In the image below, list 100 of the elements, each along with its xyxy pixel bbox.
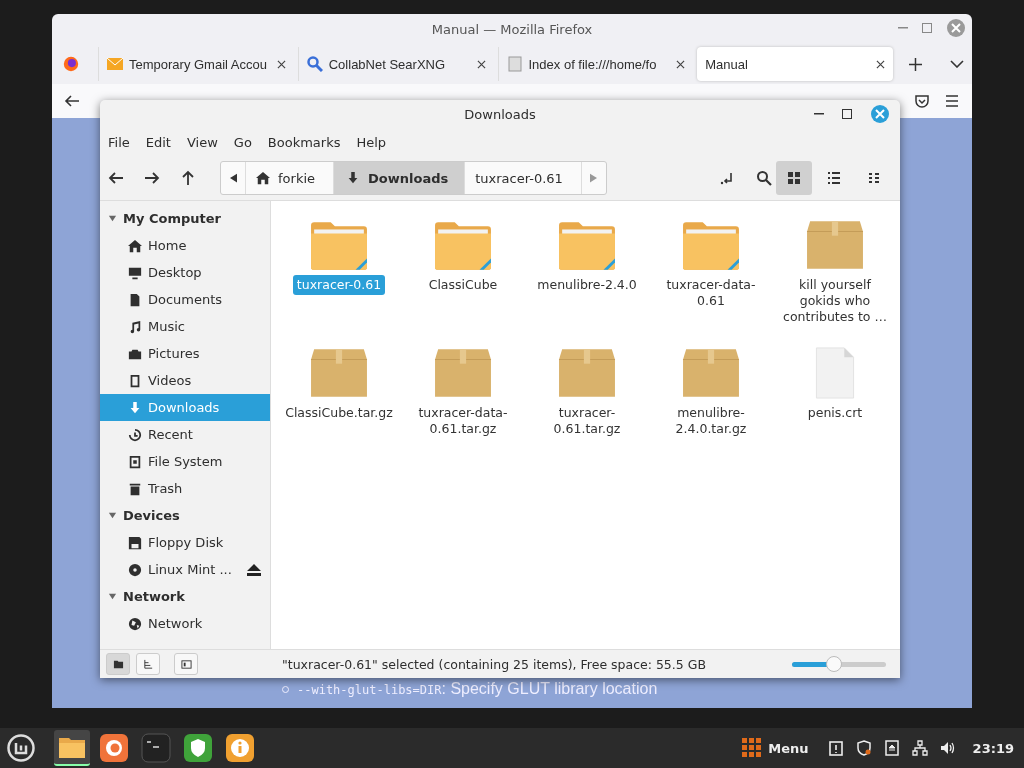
eject-icon[interactable] (245, 562, 262, 577)
breadcrumb[interactable]: Downloads (333, 162, 465, 194)
sidebar-toggle-icon (180, 658, 192, 670)
option-text: --with-glut-libs=DIR: Specify GLUT library location (297, 680, 658, 698)
home-icon (256, 171, 270, 185)
globe-icon (128, 616, 142, 631)
file-name[interactable]: ClassiCube.tar.gz (281, 403, 397, 423)
up-arrow-icon[interactable] (180, 170, 196, 186)
places-button[interactable] (106, 653, 130, 675)
close-icon[interactable] (876, 59, 886, 69)
sidebar-toggle-button[interactable] (174, 653, 198, 675)
monitor-icon (128, 265, 142, 280)
back-arrow-icon[interactable] (64, 93, 80, 109)
window-title: Downloads (464, 106, 536, 122)
menu-item[interactable]: Bookmarks (267, 134, 341, 150)
network-icon[interactable] (911, 740, 928, 756)
close-icon[interactable] (276, 59, 286, 69)
sidebar-item[interactable]: File System (100, 448, 270, 475)
sidebar-item[interactable]: Pictures (100, 340, 270, 367)
chevron-down-icon[interactable] (950, 60, 964, 68)
maximize-button[interactable] (842, 109, 852, 119)
menu-item[interactable]: Go (233, 134, 252, 150)
sidebar-item[interactable]: Floppy Disk (100, 529, 270, 556)
page-icon (506, 56, 523, 72)
file-name[interactable]: kill yourself gokids who contributes to … (773, 275, 897, 327)
compact-list-icon (866, 170, 882, 186)
caret-left-icon (229, 173, 237, 183)
tree-button[interactable] (136, 653, 160, 675)
back-arrow-icon[interactable] (108, 170, 124, 186)
browser-tab[interactable]: Manual (697, 47, 894, 81)
file-name[interactable]: menulibre-2.4.0 (533, 275, 641, 295)
section-heading: Network (123, 589, 185, 604)
firefox-icon[interactable] (62, 55, 80, 73)
sidebar-item[interactable]: Trash (100, 475, 270, 502)
close-icon[interactable] (476, 59, 486, 69)
sidebar-item[interactable]: Network (100, 610, 270, 637)
floppy-icon (128, 535, 142, 550)
download-icon (128, 400, 142, 415)
status-text: "tuxracer-0.61" selected (containing 25 items), Free space: 55.5 GB (281, 656, 707, 672)
sidebar-item[interactable]: Linux Mint ... (100, 556, 270, 583)
file-name[interactable]: tuxracer-data-0.61 (649, 275, 773, 311)
drive-icon (128, 454, 142, 469)
section-heading: Devices (123, 508, 180, 523)
grid-icon[interactable] (742, 738, 763, 758)
forward-arrow-icon[interactable] (144, 170, 160, 186)
sidebar-item[interactable]: Videos (100, 367, 270, 394)
plus-icon[interactable] (909, 57, 922, 71)
clock: 23:19 (972, 740, 1014, 756)
volume-icon[interactable] (939, 740, 956, 756)
sidebar-item[interactable]: Desktop (100, 259, 270, 286)
search-icon (306, 56, 323, 72)
mint-logo-icon[interactable] (6, 733, 36, 763)
expander-icon[interactable] (108, 592, 117, 601)
minimize-icon[interactable] (814, 113, 824, 115)
envelope-icon (106, 56, 123, 72)
expander-icon[interactable] (108, 511, 117, 520)
grid-icon (786, 170, 802, 186)
clipboard-icon[interactable] (827, 740, 844, 756)
file-name[interactable]: tuxracer-0.61.tar.gz (525, 403, 649, 439)
browser-tab[interactable]: Index of file:///home/fo (497, 47, 694, 81)
sidebar-item[interactable]: Music (100, 313, 270, 340)
document-icon (128, 292, 142, 307)
history-icon (128, 427, 142, 442)
pocket-icon[interactable] (914, 93, 930, 109)
menu-item[interactable]: File (108, 134, 130, 150)
tree-icon (142, 658, 154, 670)
taskbar-launcher[interactable] (54, 730, 90, 766)
browser-tab[interactable]: CollabNet SearXNG (297, 47, 494, 81)
window-title: Manual — Mozilla Firefox (431, 21, 593, 37)
search-icon[interactable] (756, 170, 772, 186)
shield-icon[interactable] (855, 740, 872, 756)
section-heading: My Computer (123, 211, 221, 226)
menu-item[interactable]: Help (356, 134, 387, 150)
file-name[interactable]: ClassiCube (424, 275, 502, 295)
menu-button[interactable]: Menu (768, 740, 809, 756)
file-name[interactable]: penis.crt (803, 403, 867, 423)
breadcrumb[interactable]: tuxracer-0.61 (464, 162, 581, 194)
sidebar-item[interactable]: Recent (100, 421, 270, 448)
menu-icon[interactable] (944, 93, 960, 109)
browser-tab[interactable]: Temporary Gmail Accou (97, 47, 294, 81)
home-icon (128, 238, 142, 253)
sidebar-item[interactable]: Home (100, 232, 270, 259)
grid-view-button[interactable] (776, 161, 812, 195)
zoom-slider[interactable] (790, 656, 888, 672)
file-name[interactable]: tuxracer-data-0.61.tar.gz (401, 403, 525, 439)
menu-item[interactable]: View (186, 134, 218, 150)
folder-icon (112, 658, 124, 670)
list-icon (826, 170, 842, 186)
caret-right-icon (590, 173, 598, 183)
music-note-icon (128, 319, 142, 334)
menu-item[interactable]: Edit (145, 134, 171, 150)
updates-icon[interactable] (883, 740, 900, 756)
download-icon (346, 171, 360, 185)
close-icon[interactable] (676, 59, 686, 69)
trash-icon (128, 481, 142, 496)
film-icon (128, 373, 142, 388)
sidebar-item[interactable]: Documents (100, 286, 270, 313)
slider-handle[interactable] (826, 655, 843, 672)
expander-icon[interactable] (108, 214, 117, 223)
file-name[interactable]: menulibre-2.4.0.tar.gz (649, 403, 773, 439)
